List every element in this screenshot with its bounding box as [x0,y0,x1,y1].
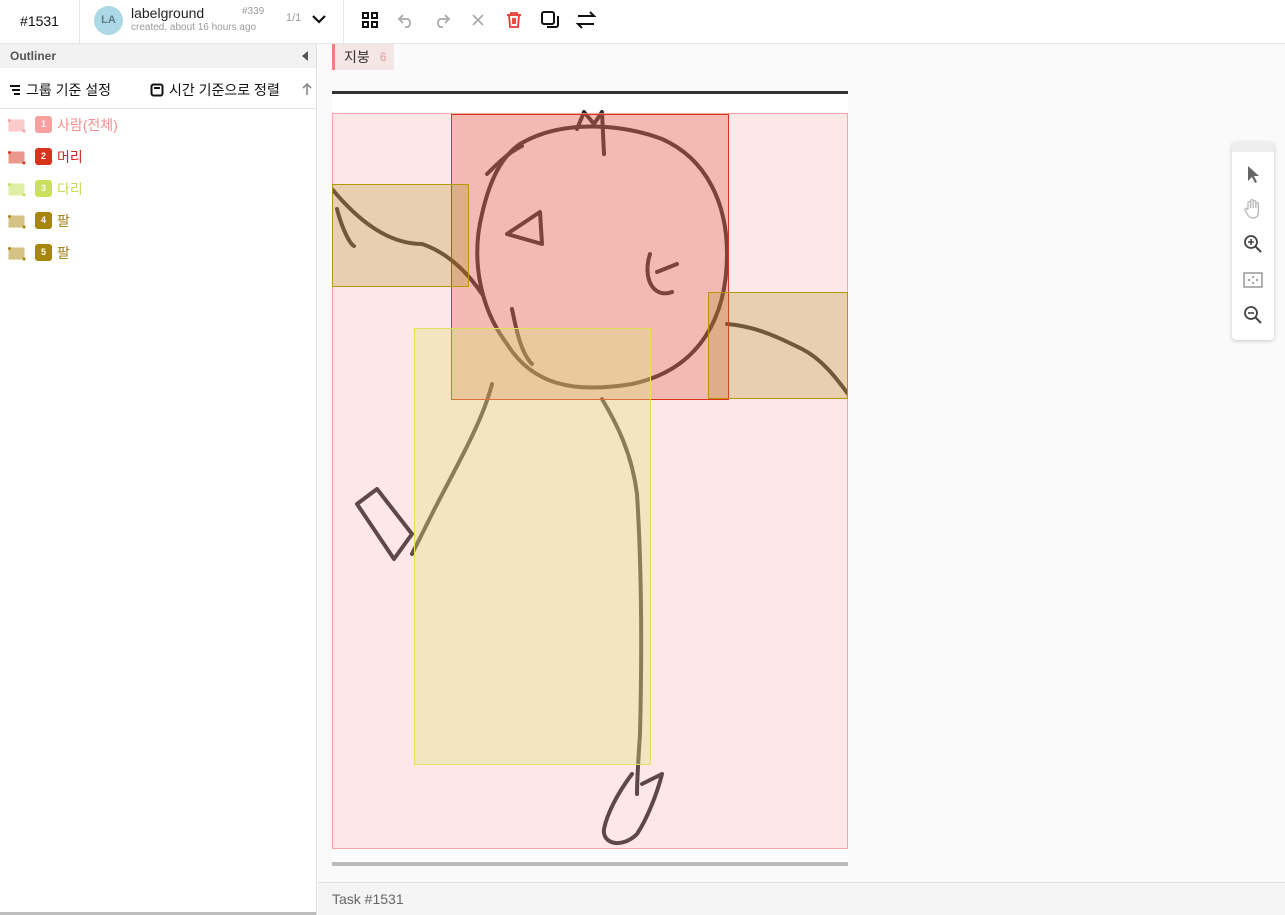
sort-controls: 그룹 기준 설정 시간 기준으로 정렬 [0,68,316,109]
undo-icon[interactable] [395,9,417,31]
chevron-down-icon[interactable] [308,8,330,30]
bbox-shape-icon [8,151,26,165]
arrow-up-icon[interactable] [299,81,315,97]
top-bar: #1531 LA labelground created, about 16 h… [0,0,1285,44]
sidebar: Outliner 그룹 기준 설정 시간 기준으로 정렬 1 사람(전체) 2 … [0,44,317,915]
list-item[interactable]: 2 머리 [0,142,316,174]
annotation-image[interactable] [332,91,848,866]
item-label: 팔 [57,245,70,261]
class-tag[interactable]: 지붕 6 [332,44,395,70]
item-number-badge: 2 [35,148,52,165]
view-toolbox [1232,142,1274,340]
bbox-shape-icon [8,119,26,133]
fit-icon[interactable] [1241,268,1265,292]
bbox-shape-icon [8,183,26,197]
zoom-out-icon[interactable] [1241,303,1265,327]
list-item[interactable]: 5 팔 [0,238,316,270]
sort-by-time-label: 시간 기준으로 정렬 [169,82,280,98]
sort-by-time-button[interactable]: 시간 기준으로 정렬 [150,80,280,100]
delete-icon[interactable] [503,9,525,31]
grid-icon[interactable] [359,9,381,31]
item-number-badge: 5 [35,244,52,261]
bbox-leg[interactable] [414,328,651,765]
collapse-left-icon[interactable] [302,51,308,61]
footer: Task #1531 [318,882,1285,915]
group-by-label: 그룹 기준 설정 [26,82,112,98]
bbox-arm-right[interactable] [708,292,848,399]
page-count: 1/1 [286,12,302,24]
copy-icon[interactable] [539,9,561,31]
annotation-number: #339 [242,6,265,17]
outliner-list: 1 사람(전체) 2 머리 3 다리 4 팔 5 팔 [0,110,316,270]
canvas-area[interactable]: 지붕 6 [318,44,1285,882]
group-by-button[interactable]: 그룹 기준 설정 [8,80,111,100]
bbox-shape-icon [8,215,26,229]
outliner-title: Outliner [10,49,57,63]
bbox-arm-left[interactable] [332,184,469,287]
avatar: LA [94,6,123,35]
item-label: 팔 [57,213,70,229]
user-subtitle: created, about 16 hours ago [131,22,257,33]
outliner-header: Outliner [0,44,316,68]
task-id: #1531 [0,0,80,43]
image-bottom-edge [332,862,848,866]
list-icon [10,85,20,95]
toolbox-handle[interactable] [1232,142,1274,152]
list-item[interactable]: 1 사람(전체) [0,110,316,142]
class-tag-count: 6 [379,50,387,64]
item-label: 사람(전체) [57,117,118,133]
item-number-badge: 1 [35,116,52,133]
swap-icon[interactable] [575,9,597,31]
close-icon[interactable] [467,9,489,31]
footer-task-label: Task #1531 [332,891,404,907]
list-item[interactable]: 4 팔 [0,206,316,238]
checkbox-icon [150,83,164,97]
class-tag-label: 지붕 [344,49,370,65]
item-number-badge: 4 [35,212,52,229]
zoom-in-icon[interactable] [1241,232,1265,256]
user-name: labelground [131,5,205,21]
item-number-badge: 3 [35,180,52,197]
divider [343,0,344,43]
redo-icon[interactable] [431,9,453,31]
bbox-shape-icon [8,247,26,261]
hand-icon[interactable] [1241,197,1265,221]
item-label: 다리 [57,181,83,197]
pointer-icon[interactable] [1241,162,1265,186]
list-item[interactable]: 3 다리 [0,174,316,206]
item-label: 머리 [57,149,83,165]
